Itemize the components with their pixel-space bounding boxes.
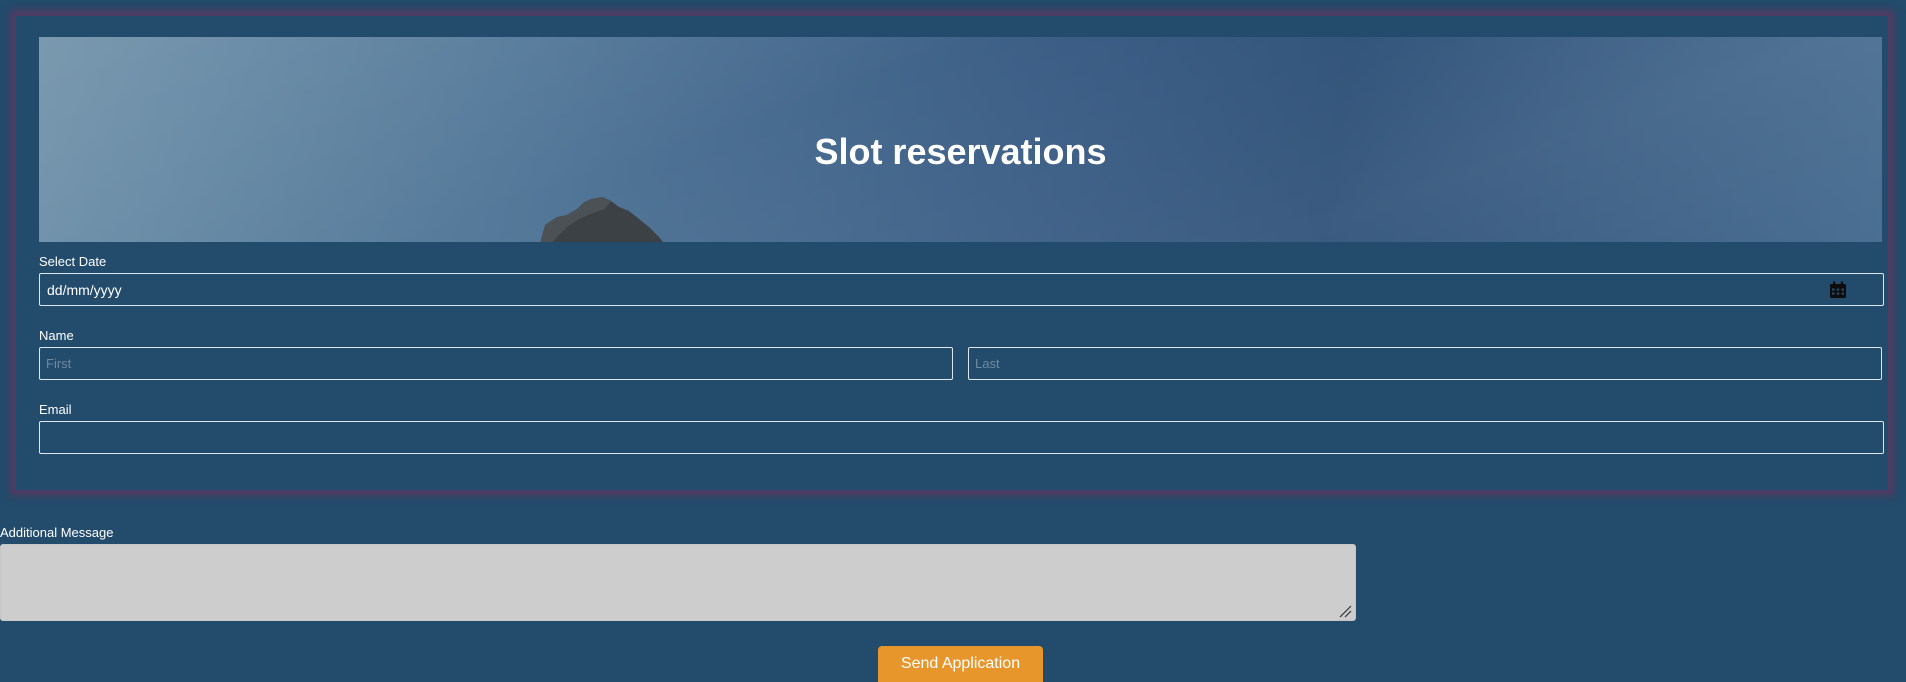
name-label: Name <box>39 328 74 343</box>
email-input[interactable] <box>39 421 1884 454</box>
send-application-button[interactable]: Send Application <box>878 646 1043 682</box>
calendar-icon[interactable] <box>1829 281 1847 299</box>
message-textarea[interactable] <box>0 544 1356 621</box>
date-input[interactable]: dd/mm/yyyy <box>39 273 1884 306</box>
date-value: dd/mm/yyyy <box>47 282 122 298</box>
last-name-input[interactable] <box>968 347 1882 380</box>
email-label: Email <box>39 402 72 417</box>
message-label: Additional Message <box>0 525 114 540</box>
first-name-input[interactable] <box>39 347 953 380</box>
date-label: Select Date <box>39 254 107 269</box>
hero-banner: Slot reservations <box>39 37 1882 242</box>
resize-grip-icon[interactable] <box>1337 603 1353 619</box>
mountain-peak-image <box>540 197 663 242</box>
page-title: Slot reservations <box>814 131 1107 172</box>
reservation-page: Slot reservations Select Date dd/mm/yyyy… <box>0 0 1906 682</box>
